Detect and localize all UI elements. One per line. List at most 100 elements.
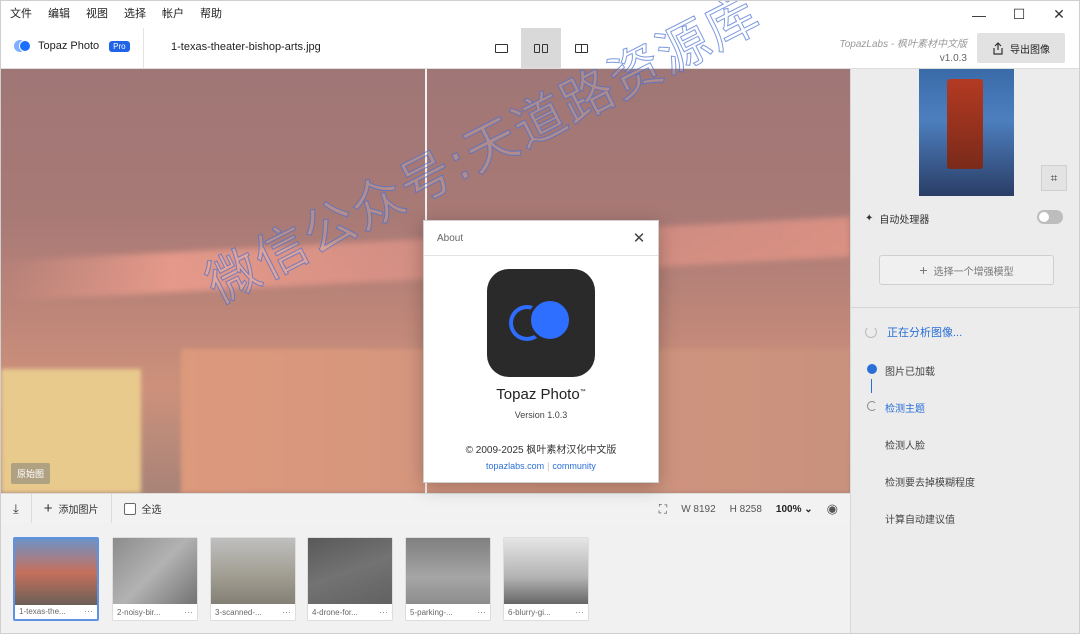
right-panel: ⌗ ✦ 自动处理器 + 选择一个增强模型 正在分析图像... 图片已加载 检测主… — [850, 69, 1079, 633]
select-model-button[interactable]: + 选择一个增强模型 — [879, 255, 1054, 285]
split-view-button[interactable] — [561, 28, 601, 68]
community-link[interactable]: community — [552, 461, 596, 471]
film-caption: 1-texas-the... — [19, 607, 66, 616]
menu-help[interactable]: 帮助 — [192, 1, 230, 28]
single-view-button[interactable] — [481, 28, 521, 68]
more-icon[interactable]: ··· — [84, 606, 93, 616]
divider — [143, 28, 144, 68]
navigator-preview[interactable] — [919, 69, 1014, 196]
menu-select[interactable]: 选择 — [116, 1, 154, 28]
check-icon — [867, 364, 877, 374]
progress-icon — [867, 401, 877, 411]
website-link[interactable]: topazlabs.com — [486, 461, 544, 471]
width-icon: W — [681, 503, 694, 515]
dialog-close-button[interactable]: ✕ — [630, 229, 648, 247]
topaz-logo-icon — [14, 40, 32, 52]
app-window: 文件 编辑 视图 选择 帐户 帮助 — ☐ ✕ Topaz Photo Pro … — [0, 0, 1080, 634]
dialog-title: About — [437, 233, 464, 244]
close-button[interactable]: ✕ — [1039, 1, 1079, 28]
maximize-button[interactable]: ☐ — [999, 1, 1039, 28]
film-thumb[interactable]: 6-blurry-gi... ··· — [503, 537, 589, 621]
more-icon[interactable]: ··· — [477, 607, 486, 617]
crop-button[interactable]: ⌗ — [1041, 165, 1067, 191]
single-view-icon — [494, 43, 508, 53]
menu-bar: 文件 编辑 视图 选择 帐户 帮助 — [1, 1, 1079, 28]
filmstrip: 1-texas-the... ··· 2-noisy-bir... ··· 3-… — [1, 523, 850, 633]
brand-subtitle: TopazLabs - 枫叶素材中文版 — [839, 39, 967, 50]
step-detect-faces: 检测人脸 — [885, 441, 925, 452]
step-compute-auto: 计算自动建议值 — [885, 515, 955, 526]
analyzing-status: 正在分析图像... — [865, 324, 962, 340]
brand: Topaz Photo Pro — [14, 40, 130, 52]
title-bar: Topaz Photo Pro 1-texas-theater-bishop-a… — [1, 28, 1079, 69]
dialog-links: topazlabs.com | community — [486, 461, 596, 471]
menu-account[interactable]: 帐户 — [154, 1, 192, 28]
film-thumb[interactable]: 2-noisy-bir... ··· — [112, 537, 198, 621]
close-icon: ✕ — [1053, 6, 1065, 22]
select-all-label: 全选 — [141, 505, 162, 516]
arrow-down-icon: ⤓ — [13, 500, 19, 516]
sparkle-icon: ✦ — [865, 213, 874, 224]
brand-right: TopazLabs - 枫叶素材中文版 v1.0.3 — [840, 35, 967, 64]
more-icon[interactable]: ··· — [575, 607, 584, 617]
app-version: Version 1.0.3 — [514, 410, 568, 420]
menu-view[interactable]: 视图 — [78, 1, 116, 28]
film-thumb[interactable]: 1-texas-the... ··· — [13, 537, 99, 621]
plus-icon: + — [919, 262, 928, 278]
zoom-select[interactable]: 100% ⌄ — [776, 504, 813, 515]
about-dialog: About ✕ Topaz Photo™ Version 1.0.3 © 200… — [423, 220, 659, 483]
auto-processor-row: ✦ 自动处理器 — [865, 211, 929, 226]
plus-icon: + — [43, 500, 53, 517]
bottom-toolbar: ⤓ + 添加图片 全选 ⛶ W 8192 H 8258 100% ⌄ ◉ — [1, 493, 850, 524]
more-icon[interactable]: ··· — [282, 607, 291, 617]
minimize-button[interactable]: — — [959, 1, 999, 28]
film-caption: 2-noisy-bir... — [117, 608, 161, 617]
original-label: 原始图 — [11, 463, 51, 484]
export-label: 导出图像 — [1010, 44, 1050, 56]
film-thumb[interactable]: 5-parking-... ··· — [405, 537, 491, 621]
brand-name: Topaz Photo — [38, 40, 100, 52]
export-button[interactable]: 导出图像 — [977, 33, 1065, 63]
add-images-label: 添加图片 — [58, 505, 99, 516]
film-caption: 5-parking-... — [410, 608, 453, 617]
more-icon[interactable]: ··· — [184, 607, 193, 617]
maximize-icon: ☐ — [1012, 6, 1026, 22]
add-images-button[interactable]: + 添加图片 — [32, 494, 111, 524]
download-button[interactable]: ⤓ — [1, 494, 31, 524]
pro-badge: Pro — [109, 40, 130, 52]
film-caption: 4-drone-for... — [312, 608, 358, 617]
menu-file[interactable]: 文件 — [1, 1, 40, 28]
side-by-side-icon — [534, 43, 548, 53]
preview-eye-icon[interactable]: ◉ — [827, 501, 838, 517]
checkbox-icon — [123, 502, 136, 515]
film-thumb[interactable]: 3-scanned-... ··· — [210, 537, 296, 621]
step-detect-blur: 检测要去掉模糊程度 — [885, 478, 975, 489]
auto-processor-toggle[interactable] — [1037, 210, 1063, 224]
file-name: 1-texas-theater-bishop-arts.jpg — [171, 41, 321, 53]
app-name: Topaz Photo™ — [496, 386, 586, 403]
film-thumb[interactable]: 4-drone-for... ··· — [307, 537, 393, 621]
select-all-checkbox[interactable]: 全选 — [112, 494, 174, 524]
film-caption: 3-scanned-... — [215, 608, 262, 617]
height-info: H 8258 — [729, 503, 762, 515]
app-icon — [487, 269, 595, 377]
select-model-label: 选择一个增强模型 — [933, 266, 1014, 278]
minimize-icon: — — [972, 6, 986, 23]
crop-icon: ⌗ — [1050, 170, 1058, 185]
more-icon[interactable]: ··· — [379, 607, 388, 617]
step-detect-subject: 检测主题 — [885, 404, 925, 415]
analyzing-label: 正在分析图像... — [887, 327, 963, 339]
menu-edit[interactable]: 编辑 — [40, 1, 78, 28]
film-caption: 6-blurry-gi... — [508, 608, 551, 617]
height-icon: H — [729, 503, 740, 515]
version-label: v1.0.3 — [939, 53, 967, 64]
step-loaded: 图片已加载 — [885, 367, 935, 378]
auto-processor-label: 自动处理器 — [879, 215, 930, 226]
split-view-icon — [574, 43, 588, 53]
spinner-icon — [865, 326, 877, 338]
side-by-side-view-button[interactable] — [521, 28, 561, 68]
image-info: ⛶ W 8192 H 8258 100% ⌄ ◉ — [659, 494, 850, 524]
close-icon: ✕ — [632, 230, 646, 247]
chevron-down-icon: ⌄ — [804, 503, 813, 515]
fit-screen-icon[interactable]: ⛶ — [659, 502, 667, 517]
